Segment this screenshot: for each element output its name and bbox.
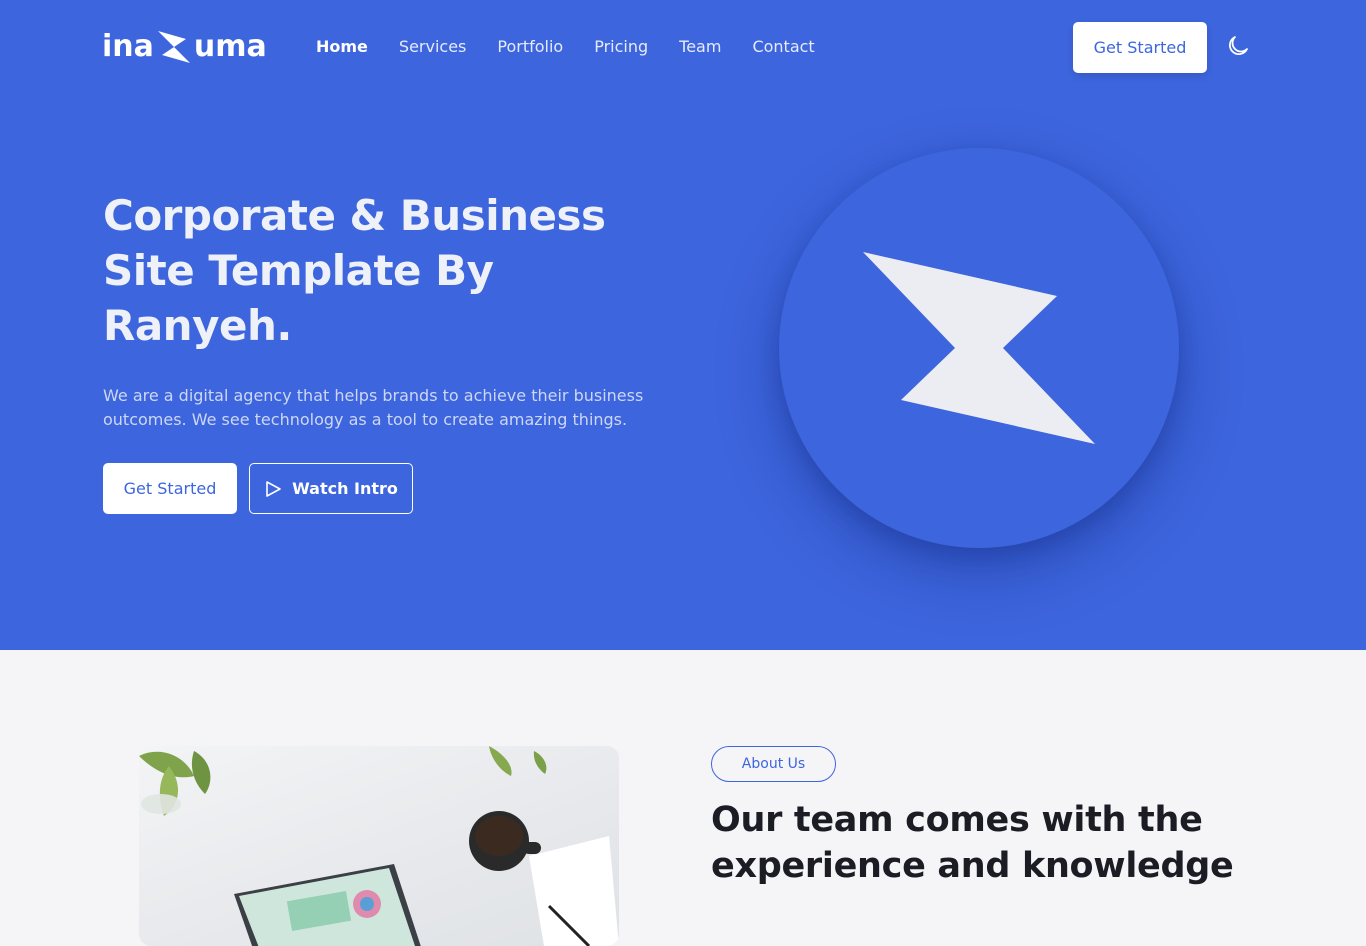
moon-icon[interactable] bbox=[1226, 34, 1250, 58]
hero-graphic bbox=[779, 148, 1179, 548]
nav-item-home[interactable]: Home bbox=[316, 36, 368, 58]
nav-item-contact[interactable]: Contact bbox=[752, 36, 814, 58]
about-title: Our team comes with the experience and k… bbox=[711, 800, 1234, 886]
header-get-started-button[interactable]: Get Started bbox=[1073, 22, 1207, 73]
nav-item-services[interactable]: Services bbox=[399, 36, 466, 58]
lightning-bolt-icon bbox=[863, 252, 1095, 444]
nav-item-pricing[interactable]: Pricing bbox=[594, 36, 648, 58]
logo-bolt-icon bbox=[156, 27, 192, 67]
logo-text-left: ina bbox=[102, 29, 154, 64]
hero-section: ina uma Home Services Portfolio Pricing … bbox=[0, 0, 1366, 650]
play-icon bbox=[264, 480, 282, 498]
watch-intro-button[interactable]: Watch Intro bbox=[249, 463, 413, 514]
watch-intro-label: Watch Intro bbox=[292, 479, 398, 498]
site-logo[interactable]: ina uma bbox=[102, 26, 272, 68]
nav-item-portfolio[interactable]: Portfolio bbox=[497, 36, 563, 58]
hero-title: Corporate & Business Site Template By Ra… bbox=[103, 191, 606, 350]
logo-text-right: uma bbox=[193, 29, 267, 64]
hero-get-started-button[interactable]: Get Started bbox=[103, 463, 237, 514]
about-badge: About Us bbox=[711, 746, 836, 782]
nav-item-team[interactable]: Team bbox=[679, 36, 721, 58]
about-image bbox=[139, 746, 619, 946]
main-nav: Home Services Portfolio Pricing Team Con… bbox=[316, 36, 846, 58]
hero-description: We are a digital agency that helps brand… bbox=[103, 386, 644, 429]
